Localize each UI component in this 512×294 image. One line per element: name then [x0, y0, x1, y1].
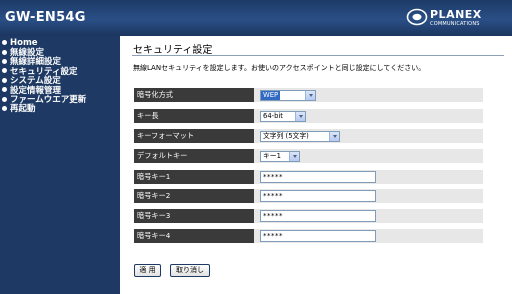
cancel-button[interactable]: 取り消し: [170, 264, 210, 277]
brand-name: PLANEX: [430, 8, 482, 21]
sidebar-item-label: 再起動: [10, 104, 36, 115]
key1-row: 暗号キー1 *****: [134, 170, 483, 184]
key-format-label: キーフォーマット: [134, 129, 254, 143]
key4-label: 暗号キー4: [134, 229, 254, 243]
key-length-row: キー長 64-bit: [134, 109, 483, 123]
key2-input[interactable]: *****: [260, 190, 376, 202]
encryption-row: 暗号化方式 WEP: [134, 88, 483, 102]
brand-subtitle: COMMUNICATIONS: [430, 21, 480, 27]
brand-logo: PLANEX COMMUNICATIONS: [406, 6, 506, 32]
sidebar: Home 無線設定 無線詳細設定 セキュリティ設定 システム設定 設定情報管理 …: [0, 36, 120, 294]
bullet-icon: [2, 68, 7, 74]
key4-input[interactable]: *****: [260, 230, 376, 242]
key4-row: 暗号キー4 *****: [134, 229, 483, 243]
key3-label: 暗号キー3: [134, 209, 254, 223]
sidebar-item-reboot[interactable]: 再起動: [0, 104, 120, 115]
key-length-select[interactable]: 64-bit: [260, 111, 306, 122]
key2-row: 暗号キー2 *****: [134, 189, 483, 203]
title-divider: [132, 55, 504, 56]
bullet-icon: [2, 87, 7, 93]
default-key-row: デフォルトキー キー1: [134, 149, 483, 163]
encryption-label: 暗号化方式: [134, 88, 254, 102]
bullet-icon: [2, 77, 7, 83]
page-title: セキュリティ設定: [133, 45, 213, 56]
bullet-icon: [2, 105, 7, 111]
sidebar-nav: Home 無線設定 無線詳細設定 セキュリティ設定 システム設定 設定情報管理 …: [0, 36, 120, 115]
key1-input[interactable]: *****: [260, 171, 376, 183]
key2-label: 暗号キー2: [134, 189, 254, 203]
key1-label: 暗号キー1: [134, 170, 254, 184]
planex-logo-icon: [406, 8, 428, 26]
key-format-row: キーフォーマット 文字列 (5文字): [134, 129, 483, 143]
chevron-down-icon[interactable]: [305, 91, 315, 100]
default-key-value: キー1: [263, 152, 281, 160]
bullet-icon: [2, 96, 7, 102]
key3-input[interactable]: *****: [260, 210, 376, 222]
main-content: セキュリティ設定 無線LANセキュリティを設定します。お使いのアクセスポイントと…: [120, 36, 512, 294]
chevron-down-icon[interactable]: [329, 132, 339, 141]
default-key-select[interactable]: キー1: [260, 151, 300, 162]
key-length-label: キー長: [134, 109, 254, 123]
apply-button[interactable]: 適 用: [134, 264, 161, 277]
key-format-select[interactable]: 文字列 (5文字): [260, 131, 340, 142]
product-model: GW-EN54G: [5, 10, 86, 25]
chevron-down-icon[interactable]: [289, 152, 299, 161]
bullet-icon: [2, 49, 7, 55]
key-format-value: 文字列 (5文字): [263, 132, 309, 140]
encryption-select[interactable]: WEP: [260, 90, 316, 101]
bullet-icon: [2, 58, 7, 64]
encryption-value: WEP: [261, 91, 281, 100]
default-key-label: デフォルトキー: [134, 149, 254, 163]
key-length-value: 64-bit: [263, 112, 283, 120]
bullet-icon: [2, 40, 7, 46]
chevron-down-icon[interactable]: [295, 112, 305, 121]
key3-row: 暗号キー3 *****: [134, 209, 483, 223]
page-description: 無線LANセキュリティを設定します。お使いのアクセスポイントと同じ設定にしてくだ…: [133, 64, 426, 72]
app-header: GW-EN54G PLANEX COMMUNICATIONS: [0, 0, 512, 36]
